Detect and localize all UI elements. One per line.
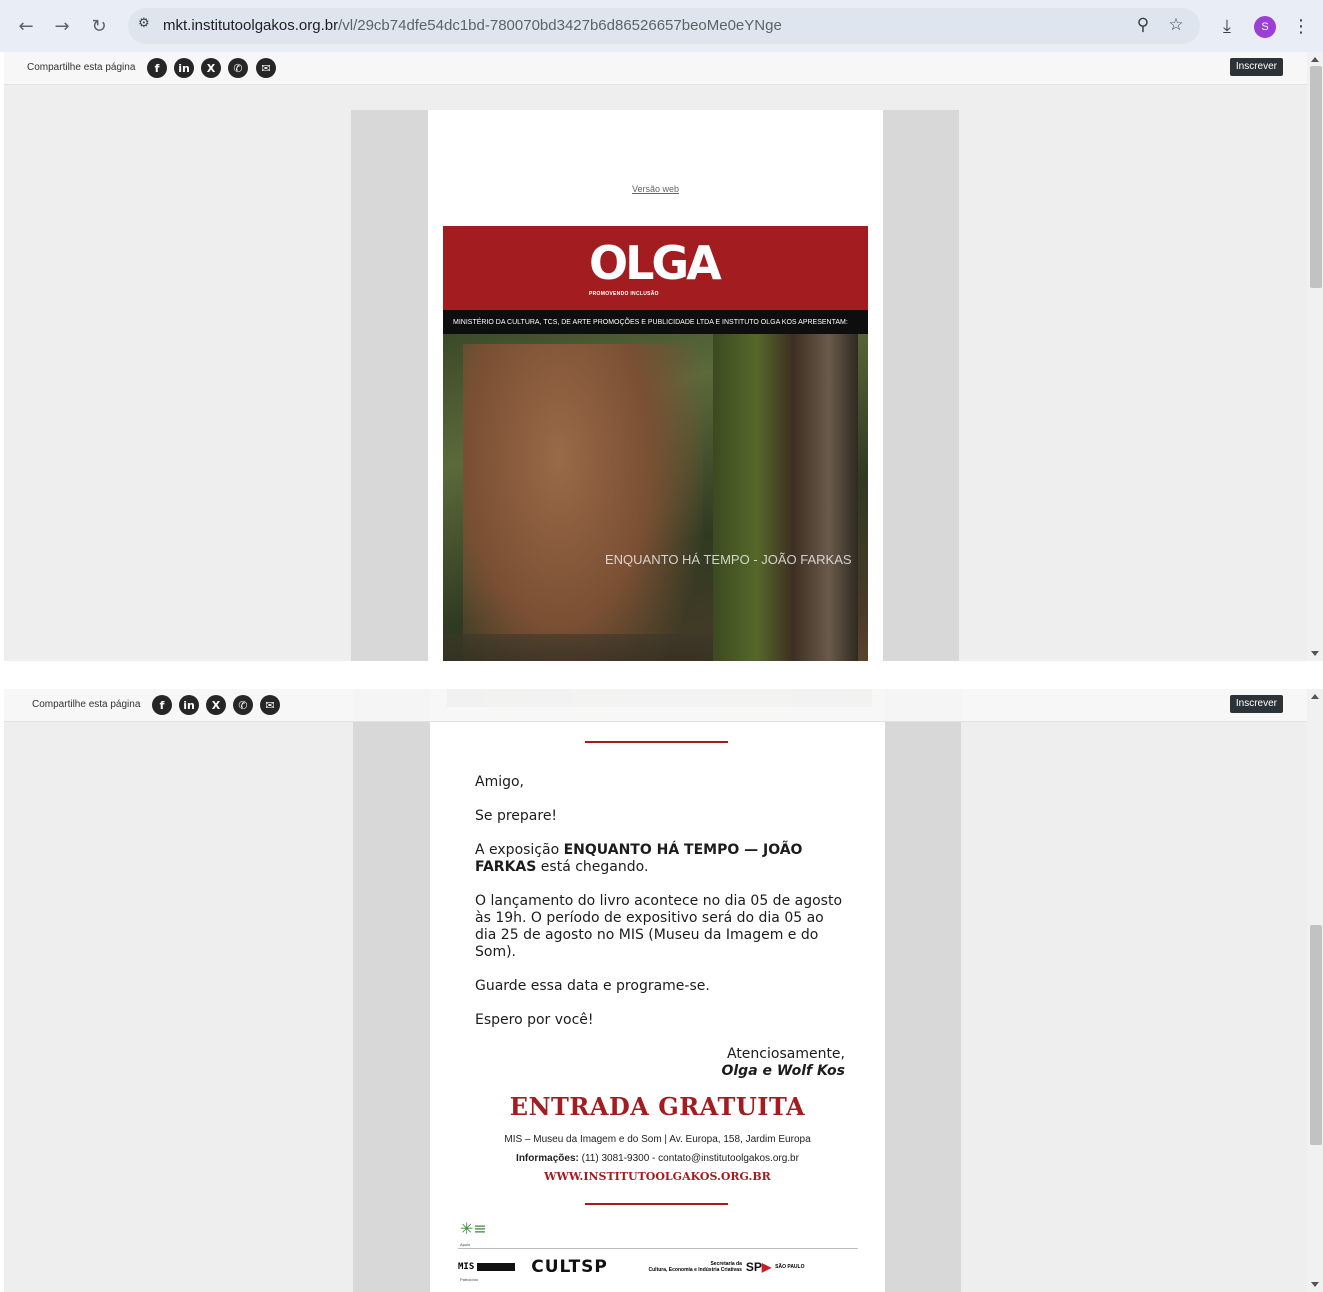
back-icon[interactable]: ← <box>12 12 40 40</box>
letter-line: Espero por você! <box>475 1012 594 1028</box>
venue-line: MIS – Museu da Imagem e do Som | Av. Eur… <box>504 1134 811 1145</box>
profile-avatar[interactable]: S <box>1254 16 1276 38</box>
zoom-icon[interactable]: ⚲ <box>1132 15 1154 37</box>
whatsapp-icon[interactable]: ✆ <box>228 58 248 78</box>
menu-kebab-icon[interactable]: ⋮ <box>1287 12 1315 40</box>
photo-caption: ENQUANTO HÁ TEMPO - JOÃO FARKAS <box>605 552 852 567</box>
page-viewport-bottom: Amigo, Se prepare! A exposição ENQUANTO … <box>4 689 1323 1292</box>
email-frame: Amigo, Se prepare! A exposição ENQUANTO … <box>353 689 961 1292</box>
linkedin-icon[interactable]: in <box>179 695 199 715</box>
secretaria-logo: Secretaria da Cultura, Economia e Indústr… <box>648 1261 742 1273</box>
email-body: Amigo, Se prepare! A exposição ENQUANTO … <box>430 689 885 1292</box>
page-viewport-top: Compartilhe esta página f in X ✆ ✉ Inscr… <box>4 52 1323 661</box>
scroll-thumb[interactable] <box>1310 925 1322 1145</box>
hero-photo: ENQUANTO HÁ TEMPO - JOÃO FARKAS <box>443 334 868 661</box>
apoio-label: Apoio <box>460 1242 471 1247</box>
share-bar: Compartilhe esta página f in X ✆ ✉ Inscr… <box>4 52 1307 85</box>
mis-logo: MIS <box>458 1262 475 1272</box>
scroll-down-icon[interactable] <box>1311 651 1319 656</box>
greeting: Amigo, <box>475 774 525 790</box>
letter-body: Amigo, Se prepare! A exposição ENQUANTO … <box>475 774 845 1080</box>
hero-banner: OLGA PROMOVENDO INCLUSÃO MINISTÉRIO DA C… <box>443 226 868 661</box>
letter-line: O lançamento do livro acontece no dia 05… <box>475 893 843 960</box>
sp-logo: SP▶ <box>745 1260 772 1274</box>
olga-logo: OLGA <box>589 236 722 290</box>
subscribe-button[interactable]: Inscrever <box>1229 58 1283 76</box>
linkedin-icon[interactable]: in <box>174 58 194 78</box>
subscribe-button[interactable]: Inscrever <box>1229 695 1283 713</box>
logo-tagline: PROMOVENDO INCLUSÃO <box>589 291 659 297</box>
email-icon[interactable]: ✉ <box>256 58 276 78</box>
site-info-icon[interactable]: ⚙ <box>138 16 158 36</box>
scrollbar[interactable] <box>1307 689 1323 1292</box>
free-entry-heading: ENTRADA GRATUITA <box>509 1092 806 1121</box>
x-icon[interactable]: X <box>206 695 226 715</box>
address-bar[interactable]: ⚙ mkt.institutoolgakos.org.br/vl/29cb74d… <box>128 8 1200 44</box>
letter-line: Guarde essa data e programe-se. <box>475 978 710 994</box>
presenters-band: MINISTÉRIO DA CULTURA, TCS, DE ARTE PROM… <box>443 310 868 334</box>
scroll-down-icon[interactable] <box>1311 1282 1319 1287</box>
facebook-icon[interactable]: f <box>152 695 172 715</box>
signature: Olga e Wolf Kos <box>721 1063 845 1079</box>
share-label: Compartilhe esta página <box>27 62 136 73</box>
contact-line: Informações: (11) 3081-9300 - contato@in… <box>516 1153 799 1164</box>
closing: Atenciosamente, <box>726 1046 845 1062</box>
scroll-up-icon[interactable] <box>1311 57 1319 62</box>
sponsor-row: MIS CULTSP Secretaria da Cultura, Economi… <box>458 1257 858 1277</box>
scrollbar[interactable] <box>1307 52 1323 661</box>
share-label: Compartilhe esta página <box>32 699 141 710</box>
whatsapp-icon[interactable]: ✆ <box>233 695 253 715</box>
email-icon[interactable]: ✉ <box>260 695 280 715</box>
sao-paulo-logo: SÃO PAULO <box>775 1264 805 1270</box>
scroll-up-icon[interactable] <box>1311 694 1319 699</box>
letter-line: A exposição ENQUANTO HÁ TEMPO — JOÃO FAR… <box>475 842 803 875</box>
email-frame: Versão web OLGA PROMOVENDO INCLUSÃO MINI… <box>351 110 959 661</box>
hero-logo-band: OLGA PROMOVENDO INCLUSÃO <box>443 226 868 310</box>
email-body: Versão web OLGA PROMOVENDO INCLUSÃO MINI… <box>428 110 883 661</box>
divider <box>585 1203 728 1205</box>
x-icon[interactable]: X <box>201 58 221 78</box>
cultsp-logo: CULTSP <box>531 1257 608 1277</box>
patrocinio-label: Patrocínio <box>460 1277 479 1282</box>
url-text[interactable]: mkt.institutoolgakos.org.br/vl/29cb74dfe… <box>163 17 782 34</box>
share-bar: Compartilhe esta página f in X ✆ ✉ Inscr… <box>4 689 1307 722</box>
browser-toolbar: ← → ↻ ⚙ mkt.institutoolgakos.org.br/vl/2… <box>0 0 1323 52</box>
facebook-icon[interactable]: f <box>147 58 167 78</box>
forward-icon[interactable]: → <box>48 12 76 40</box>
sponsor-apoio-logo: ✳≡ <box>460 1219 487 1238</box>
scroll-thumb[interactable] <box>1310 66 1322 288</box>
reload-icon[interactable]: ↻ <box>85 12 113 40</box>
letter-line: Se prepare! <box>475 808 558 824</box>
web-version-link[interactable]: Versão web <box>428 184 883 194</box>
website-link[interactable]: WWW.INSTITUTOOLGAKOS.ORG.BR <box>430 1170 885 1183</box>
divider <box>585 741 728 743</box>
bookmark-star-icon[interactable]: ☆ <box>1165 15 1187 37</box>
download-icon[interactable]: ⤓ <box>1213 12 1241 40</box>
